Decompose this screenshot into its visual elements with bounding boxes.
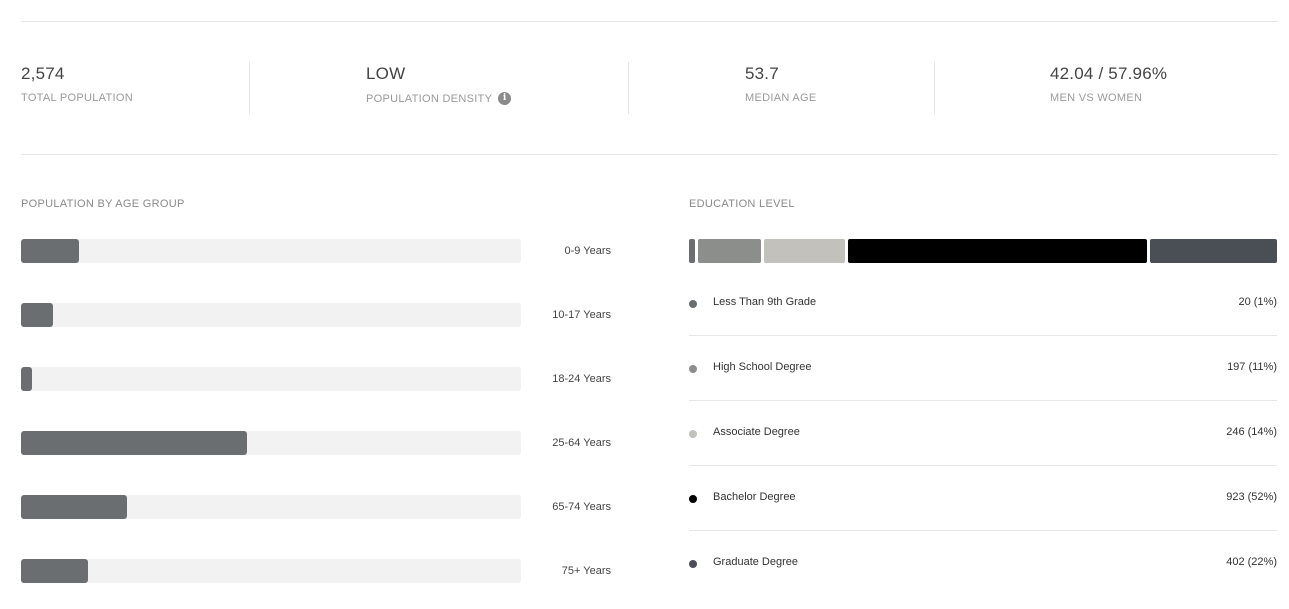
age-group-row: 18-24 Years <box>21 367 611 391</box>
stat-label: MEN VS WOMEN <box>1050 92 1143 104</box>
age-bar-track <box>21 559 521 583</box>
education-level-count: 402 (22%) <box>1226 556 1277 568</box>
stat-men-vs-women: 42.04 / 57.96% MEN VS WOMEN <box>1050 62 1167 104</box>
age-group-row: 10-17 Years <box>21 303 611 327</box>
stat-value: 2,574 <box>21 64 65 83</box>
stats-divider <box>21 154 1278 155</box>
stat-separator <box>249 62 250 114</box>
age-bar-fill <box>21 431 247 455</box>
education-list-item: Graduate Degree 402 (22%) <box>689 499 1277 568</box>
education-level-name: Graduate Degree <box>713 556 798 568</box>
age-bar-fill <box>21 495 127 519</box>
legend-dot-icon <box>689 560 697 568</box>
stat-label: TOTAL POPULATION <box>21 92 133 104</box>
age-bar-fill <box>21 239 79 263</box>
age-bar-fill <box>21 559 88 583</box>
age-group-row: 0-9 Years <box>21 239 611 263</box>
stat-value: 53.7 <box>745 64 779 83</box>
age-group-row: 65-74 Years <box>21 495 611 519</box>
age-bar-track <box>21 431 521 455</box>
age-group-label: 75+ Years <box>561 565 611 577</box>
age-section-title: POPULATION BY AGE GROUP <box>21 198 185 210</box>
age-bar-track <box>21 367 521 391</box>
age-group-label: 0-9 Years <box>564 245 611 257</box>
stat-total-population: 2,574 TOTAL POPULATION <box>21 62 133 104</box>
stat-value: LOW <box>366 64 406 83</box>
age-group-label: 10-17 Years <box>552 309 611 321</box>
age-bar-fill <box>21 367 32 391</box>
age-bar-track <box>21 495 521 519</box>
age-group-label: 18-24 Years <box>552 373 611 385</box>
stat-value: 42.04 / 57.96% <box>1050 64 1168 83</box>
stat-median-age: 53.7 MEDIAN AGE <box>745 62 816 104</box>
age-group-row: 25-64 Years <box>21 431 611 455</box>
age-bar-fill <box>21 303 53 327</box>
top-divider <box>21 21 1278 22</box>
education-list-item: Associate Degree 246 (14%) <box>689 369 1277 466</box>
age-group-label: 65-74 Years <box>552 501 611 513</box>
age-bar-track <box>21 239 521 263</box>
stat-label: MEDIAN AGE <box>745 92 817 104</box>
stat-population-density: LOW POPULATION DENSITY i <box>366 62 512 105</box>
education-list-item: Bachelor Degree 923 (52%) <box>689 434 1277 531</box>
info-icon[interactable]: i <box>498 92 512 105</box>
age-bar-track <box>21 303 521 327</box>
stat-label: POPULATION DENSITY i <box>366 92 512 105</box>
stat-separator <box>934 62 935 114</box>
age-group-row: 75+ Years <box>21 559 611 583</box>
stat-separator <box>628 62 629 114</box>
education-section-title: EDUCATION LEVEL <box>689 198 795 210</box>
stat-label-text: POPULATION DENSITY <box>366 92 493 105</box>
age-group-label: 25-64 Years <box>552 437 611 449</box>
education-list-item: High School Degree 197 (11%) <box>689 304 1277 401</box>
education-list-item: Less Than 9th Grade 20 (1%) <box>689 239 1277 336</box>
